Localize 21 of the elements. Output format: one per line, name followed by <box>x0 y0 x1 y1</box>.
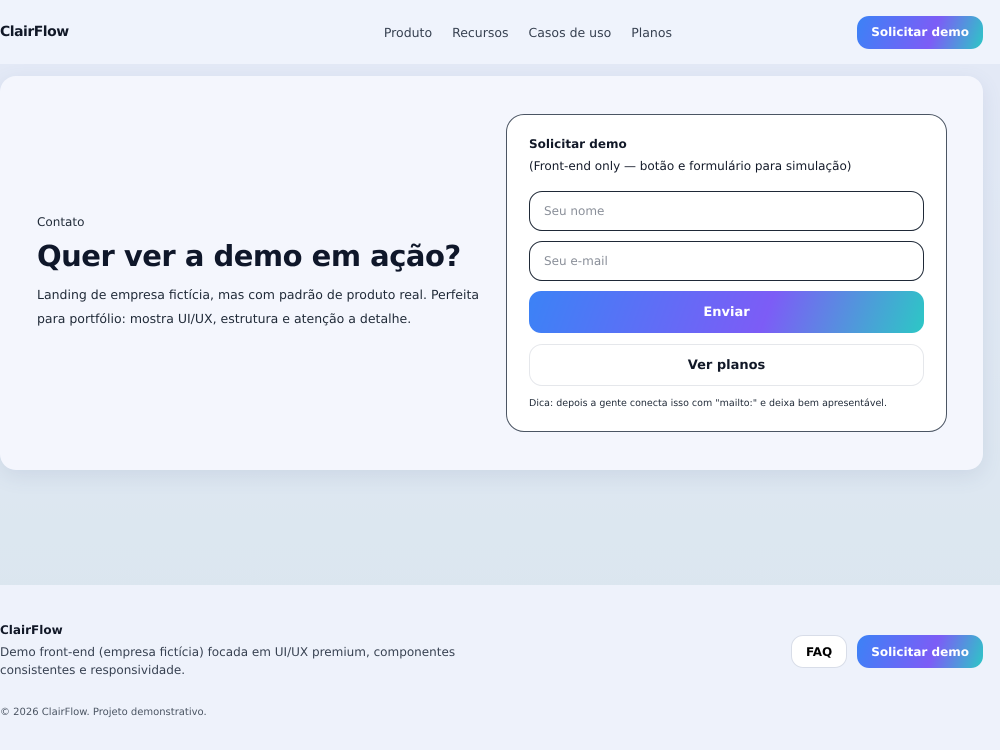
nav-link[interactable]: Produto <box>384 24 432 40</box>
section-description: Landing de empresa fictícia, mas com padrão de produto real. Perfeita para portfólio: mostra UI/UX, estrutura e atenção a detalhe. <box>37 286 480 328</box>
nav-link[interactable]: Planos <box>631 24 672 40</box>
faq-button[interactable]: FAQ <box>790 635 848 668</box>
nav-link[interactable]: Casos de uso <box>528 24 612 40</box>
footer-brand: ClairFlow <box>0 623 64 637</box>
copyright-text: © 2026 ClairFlow. Projeto demonstrativo. <box>0 707 208 718</box>
brand-logo[interactable]: ClairFlow <box>0 24 69 40</box>
form-hint: Dica: depois a gente conecta isso com "mailto:" e deixa bem apresentável. <box>529 398 888 409</box>
demo-button[interactable]: Solicitar demo <box>857 635 983 668</box>
demo-button[interactable]: Solicitar demo <box>857 16 983 48</box>
section-label: Contato <box>37 215 86 229</box>
nav-link[interactable]: Recursos <box>452 24 509 40</box>
section-heading: Quer ver a demo em ação? <box>37 239 462 273</box>
input-field[interactable]: Seu nome <box>529 191 924 231</box>
form-title: Solicitar demo <box>529 137 628 151</box>
input-field[interactable]: Seu e-mail <box>529 241 924 281</box>
footer-description: Demo front-end (empresa fictícia) focada em UI/UX premium, componentes consistentes e responsividade. <box>0 644 456 679</box>
form-subtitle: (Front-end only — botão e formulário para simulação) <box>529 159 852 173</box>
plans-button[interactable]: Ver planos <box>529 344 924 386</box>
submit-button[interactable]: Enviar <box>529 291 924 333</box>
